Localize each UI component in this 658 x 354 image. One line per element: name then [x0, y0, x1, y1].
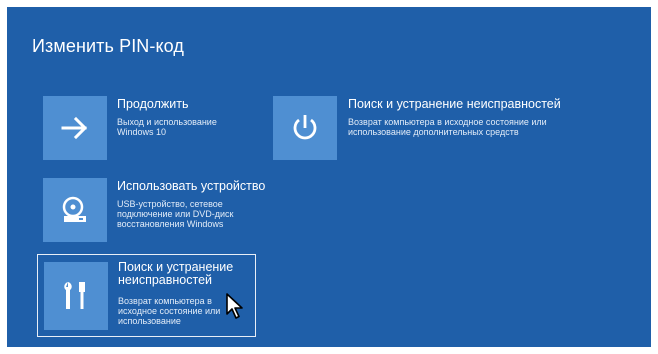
troubleshoot-selected-tile[interactable] — [44, 262, 108, 330]
page-title: Изменить PIN-код — [32, 36, 184, 56]
continue-tile[interactable] — [43, 96, 107, 160]
use-device-description: USB-устройство, сетевое подключение или … — [117, 199, 234, 229]
use-device-title: Использовать устройство — [117, 179, 266, 193]
troubleshoot-option-selected[interactable]: Поиск и устранение неисправностей Возвра… — [37, 254, 256, 337]
tools-icon — [64, 282, 85, 309]
power-icon — [293, 115, 317, 140]
disc-drive-icon — [62, 196, 86, 222]
continue-description: Выход и использование Windows 10 — [117, 117, 217, 137]
troubleshoot-option[interactable]: Поиск и устранение неисправностей Возвра… — [273, 96, 593, 162]
troubleshoot-description: Возврат компьютера в исходное состояние … — [348, 117, 547, 137]
continue-title: Продолжить — [117, 97, 189, 111]
arrow-right-icon — [61, 116, 88, 140]
troubleshoot-selected-description: Возврат компьютера в исходное состояние … — [118, 296, 221, 326]
use-device-option[interactable]: Использовать устройство USB-устройство, … — [43, 178, 273, 244]
use-device-tile[interactable] — [43, 178, 107, 242]
troubleshoot-tile[interactable] — [273, 96, 337, 160]
continue-option[interactable]: Продолжить Выход и использование Windows… — [43, 96, 253, 162]
recovery-screen: Изменить PIN-код Продолжить Выход и испо… — [7, 7, 651, 347]
troubleshoot-title: Поиск и устранение неисправностей — [348, 97, 561, 111]
mouse-cursor-icon — [226, 293, 243, 319]
troubleshoot-selected-title: Поиск и устранение неисправностей — [118, 260, 234, 287]
